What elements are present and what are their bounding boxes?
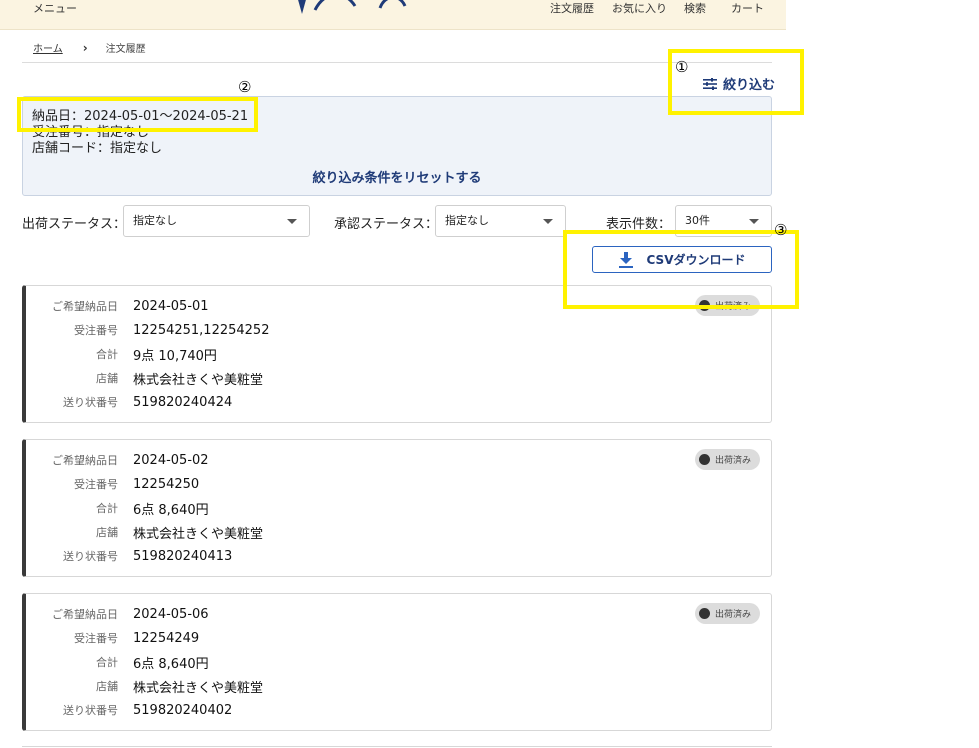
shipping-status-label: 出荷ステータス： [22, 217, 127, 232]
nav-order-history[interactable]: 注文履歴 [550, 0, 594, 16]
status-dot-icon [699, 454, 710, 465]
order-store: 株式会社きくや美粧堂 [133, 680, 264, 696]
order-tracking-number: 519820240413 [133, 548, 233, 564]
label-tracking: 送り状番号 [63, 396, 118, 409]
label-total: 合計 [96, 656, 118, 669]
status-badge: 出荷済み [695, 449, 761, 470]
order-delivery-date: 2024-05-02 [133, 452, 209, 468]
label-store: 店舗 [96, 526, 118, 539]
breadcrumb: ホーム › 注文履歴 [33, 40, 146, 56]
caret-down-icon [749, 219, 759, 224]
reset-filters-link[interactable]: 絞り込み条件をリセットする [23, 167, 771, 186]
nav-cart[interactable]: カート [731, 0, 764, 16]
label-order-number: 受注番号 [74, 324, 118, 337]
condition-store-code: 店舗コード：指定なし [32, 141, 163, 156]
page-size-value: 30件 [685, 214, 710, 227]
order-store: 株式会社きくや美粧堂 [133, 526, 264, 542]
shipping-status-select[interactable]: 指定なし [123, 205, 310, 237]
menu-button[interactable]: メニュー [33, 0, 77, 16]
shipping-status-value: 指定なし [133, 214, 177, 227]
approval-status-label: 承認ステータス： [334, 217, 439, 232]
status-dot-icon [699, 608, 710, 619]
status-badge: 出荷済み [695, 603, 761, 624]
label-delivery-date: ご希望納品日 [52, 300, 118, 313]
label-order-number: 受注番号 [74, 478, 118, 491]
status-badge-label: 出荷済み [715, 456, 752, 466]
nav-favorites[interactable]: お気に入り [612, 0, 667, 16]
label-total: 合計 [96, 348, 118, 361]
status-badge-label: 出荷済み [715, 610, 752, 620]
caret-down-icon [287, 219, 297, 224]
approval-status-value: 指定なし [445, 214, 489, 227]
order-tracking-number: 519820240424 [133, 394, 233, 410]
label-delivery-date: ご希望納品日 [52, 608, 118, 621]
nav-search[interactable]: 検索 [684, 0, 706, 16]
caret-down-icon [543, 219, 553, 224]
breadcrumb-current: 注文履歴 [105, 44, 146, 55]
label-order-number: 受注番号 [74, 632, 118, 645]
annotation-number-1: ① [675, 58, 689, 76]
divider [22, 62, 772, 63]
label-store: 店舗 [96, 372, 118, 385]
order-number: 12254251,12254252 [133, 322, 270, 338]
order-delivery-date: 2024-05-01 [133, 298, 209, 314]
order-tracking-number: 519820240402 [133, 702, 233, 718]
annotation-box-3 [563, 230, 799, 309]
order-delivery-date: 2024-05-06 [133, 606, 209, 622]
brand-logo[interactable] [285, 0, 425, 14]
annotation-box-2 [17, 97, 258, 132]
annotation-number-3: ③ [774, 221, 788, 239]
label-total: 合計 [96, 502, 118, 515]
order-total: 6点 8,640円 [133, 656, 209, 672]
order-card[interactable]: ご希望納品日 2024-05-02 受注番号 12254250 合計 6点 8,640… [22, 439, 772, 577]
label-delivery-date: ご希望納品日 [52, 454, 118, 467]
label-store: 店舗 [96, 680, 118, 693]
approval-status-select[interactable]: 指定なし [435, 205, 566, 237]
label-tracking: 送り状番号 [63, 550, 118, 563]
order-number: 12254249 [133, 630, 200, 646]
breadcrumb-home[interactable]: ホーム [33, 40, 63, 55]
next-card-edge [22, 746, 772, 747]
order-total: 6点 8,640円 [133, 502, 209, 518]
order-store: 株式会社きくや美粧堂 [133, 372, 264, 388]
annotation-number-2: ② [238, 78, 252, 96]
order-total: 9点 10,740円 [133, 348, 217, 364]
order-number: 12254250 [133, 476, 200, 492]
label-tracking: 送り状番号 [63, 704, 118, 717]
order-card[interactable]: ご希望納品日 2024-05-06 受注番号 12254249 合計 6点 8,640… [22, 593, 772, 731]
chevron-right-icon: › [82, 40, 88, 55]
top-header: メニュー 注文履歴 お気に入り 検索 カート [0, 0, 786, 30]
